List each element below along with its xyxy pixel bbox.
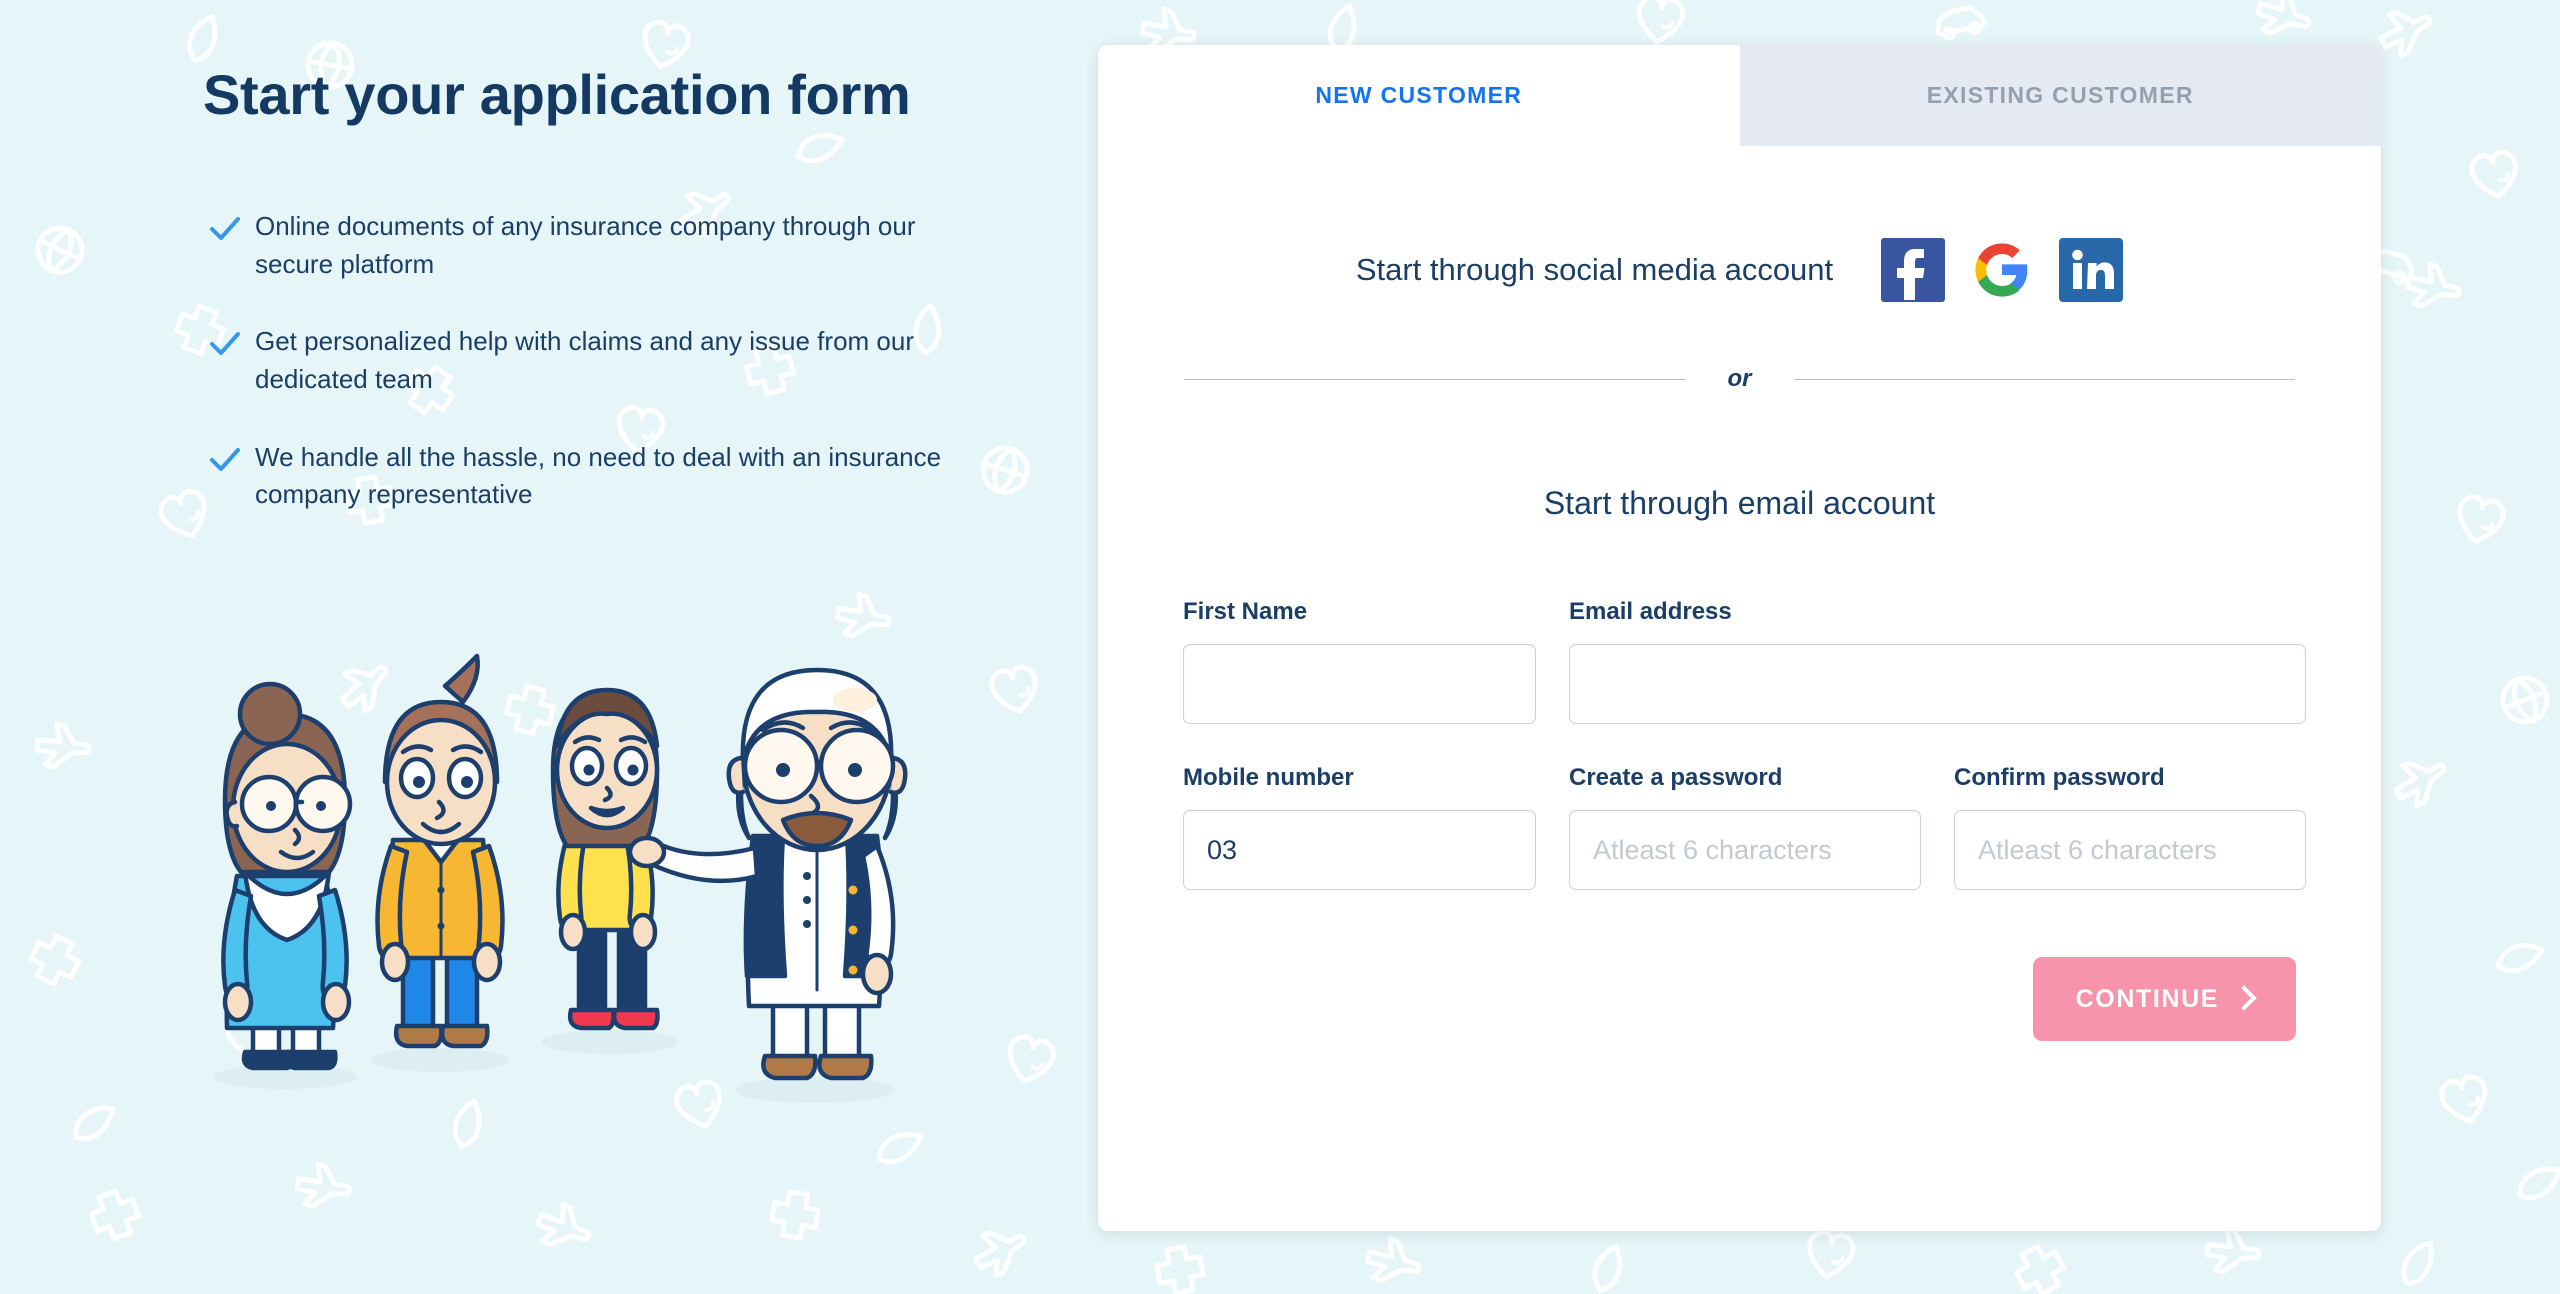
first-name-label: First Name (1183, 598, 1308, 625)
benefit-text: Online documents of any insurance compan… (255, 211, 916, 279)
left-marketing-panel: Start your application form Online docum… (0, 0, 1098, 1294)
benefit-item: Get personalized help with claims and an… (208, 323, 998, 398)
customer-type-tabs: NEW CUSTOMER EXISTING CUSTOMER (1098, 45, 2381, 146)
linkedin-icon (2072, 249, 2115, 289)
check-icon (210, 447, 240, 471)
tab-existing-customer[interactable]: EXISTING CUSTOMER (1739, 45, 2381, 146)
form-row-2: Mobile number Create a password Confirm … (1183, 764, 2306, 890)
create-password-input[interactable] (1569, 810, 1921, 890)
divider-label: or (1727, 365, 1752, 392)
character-father (375, 653, 505, 1049)
field-confirm-password: Confirm password (1954, 764, 2306, 890)
chevron-right-icon (2231, 985, 2257, 1011)
divider-line-right (1793, 378, 2295, 380)
first-name-input[interactable] (1183, 644, 1536, 724)
linkedin-button[interactable] (2059, 238, 2124, 302)
field-email-address: Email address (1569, 598, 2306, 724)
field-mobile-number: Mobile number (1183, 764, 1536, 890)
divider-line-left (1184, 378, 1686, 380)
confirm-password-input[interactable] (1954, 810, 2306, 890)
social-signup-label: Start through social media account (1355, 252, 1834, 287)
family-illustration (213, 653, 908, 1103)
application-form-page: Start your application form Online docum… (0, 0, 2560, 1294)
facebook-icon (1897, 249, 1925, 300)
character-grandmother (221, 681, 353, 1071)
tab-new-customer-label: NEW CUSTOMER (1315, 82, 1523, 108)
social-icons-group (1881, 238, 2124, 302)
confirm-password-label: Confirm password (1954, 764, 2165, 791)
form-row-1: First Name Email address (1183, 598, 2306, 724)
benefits-list: Online documents of any insurance compan… (208, 208, 998, 554)
continue-button-label: CONTINUE (2075, 984, 2219, 1013)
character-grandfather (627, 667, 908, 1081)
check-icon (210, 217, 240, 240)
social-signup-row: Start through social media account (1183, 238, 2296, 302)
field-create-password: Create a password (1569, 764, 1921, 890)
page-title: Start your application form (203, 63, 911, 126)
email-signup-heading: Start through email account (1543, 485, 1936, 521)
google-button[interactable] (1970, 238, 2034, 302)
facebook-button[interactable] (1881, 238, 1946, 302)
tab-new-customer[interactable]: NEW CUSTOMER (1098, 45, 1740, 146)
form-actions: CONTINUE (1183, 957, 2296, 1041)
create-password-label: Create a password (1569, 764, 1783, 791)
mobile-number-input[interactable] (1183, 810, 1536, 890)
benefit-text: We handle all the hassle, no need to dea… (255, 441, 942, 510)
benefit-text: Get personalized help with claims and an… (255, 326, 914, 395)
continue-button[interactable]: CONTINUE (2032, 957, 2296, 1041)
tab-existing-customer-label: EXISTING CUSTOMER (1926, 82, 2194, 108)
google-icon (1975, 243, 2028, 297)
mobile-number-label: Mobile number (1183, 764, 1354, 791)
check-icon (210, 332, 240, 356)
signup-form: First Name Email address Mobile number C (1183, 598, 2306, 1041)
signup-card: NEW CUSTOMER EXISTING CUSTOMER Start thr… (1098, 45, 2381, 1231)
benefit-item: We handle all the hassle, no need to dea… (208, 439, 998, 514)
field-first-name: First Name (1183, 598, 1536, 724)
email-address-input[interactable] (1569, 644, 2306, 724)
benefit-item: Online documents of any insurance compan… (208, 208, 998, 283)
email-address-label: Email address (1569, 598, 1732, 625)
or-divider: or (1183, 365, 2296, 393)
card-body: Start through social media account or St… (1098, 238, 2381, 1041)
